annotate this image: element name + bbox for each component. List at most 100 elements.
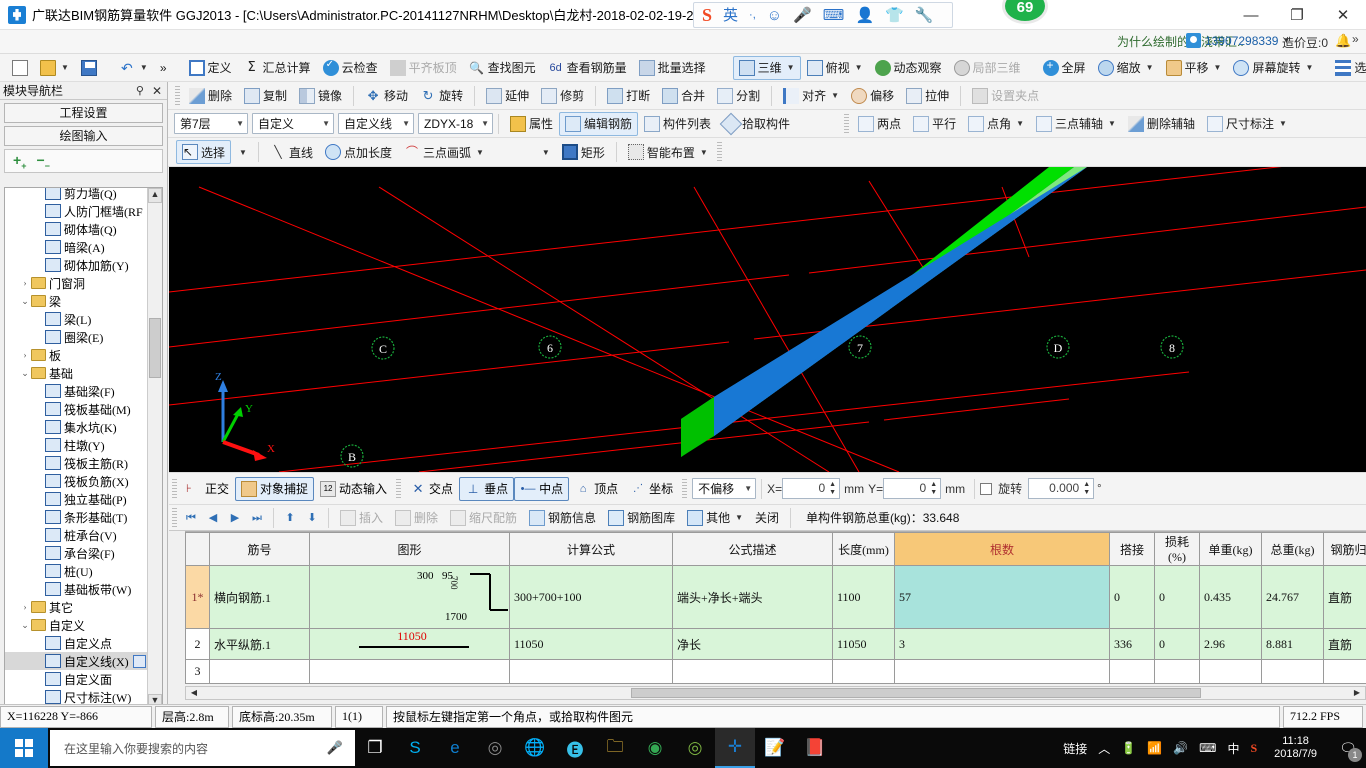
tree-item[interactable]: 圈梁(E)	[5, 328, 148, 346]
snapbar-gripper[interactable]	[172, 478, 177, 499]
trim-button[interactable]: 修剪	[535, 84, 590, 108]
chrome-icon[interactable]: ◉	[635, 728, 675, 768]
rotate-spinner[interactable]: ▲ ▼	[1081, 480, 1092, 497]
overflow-chevron-icon[interactable]: »	[1352, 32, 1359, 46]
chevron-down-icon[interactable]: ⌄	[19, 620, 31, 631]
offset-button[interactable]: 偏移	[845, 84, 900, 108]
cell-classification[interactable]	[1323, 659, 1366, 684]
ime-cn-icon[interactable]: 中	[1227, 740, 1239, 757]
th-length[interactable]: 长度(mm)	[832, 532, 895, 566]
drawing-canvas[interactable]: C 6 7 D 8 B 0	[169, 167, 1366, 472]
select-floor-button[interactable]: 选择楼层	[1329, 56, 1366, 80]
tree-item[interactable]: 柱墩(Y)	[5, 436, 148, 454]
volume-icon[interactable]: 🔊	[1173, 741, 1188, 755]
draw-toolbar-gripper[interactable]	[716, 142, 722, 162]
th-rebar-no[interactable]: 筋号	[209, 532, 310, 566]
taskbar-clock[interactable]: 11:18 2018/7/9	[1268, 735, 1323, 761]
tree-item[interactable]: 剪力墙(Q)	[5, 188, 148, 202]
tree-folder[interactable]: ⌄ 自定义	[5, 616, 148, 634]
dimension-button[interactable]: 尺寸标注 ▼	[1201, 112, 1293, 136]
tree-item[interactable]: 自定义面	[5, 670, 148, 688]
three-point-axis-button[interactable]: 三点辅轴 ▼	[1030, 112, 1122, 136]
keyboard-icon[interactable]: ⌨	[823, 8, 845, 23]
cell-length[interactable]	[832, 659, 895, 684]
punctuation-icon[interactable]: ·,	[749, 9, 756, 21]
notes-icon[interactable]: 📝	[755, 728, 795, 768]
coordinate-snap-toggle[interactable]: ⋰ 坐标	[624, 477, 679, 501]
user-icon[interactable]: 👤	[855, 8, 874, 23]
cell-count[interactable]: 3	[894, 628, 1110, 660]
cell-shape[interactable]: 300 95 700 1700	[309, 565, 510, 629]
delete-button[interactable]: 删除	[183, 84, 238, 108]
wrench-icon[interactable]: 🔧	[915, 8, 934, 23]
cell-description[interactable]: 端头+净长+端头	[672, 565, 833, 629]
skype-icon[interactable]: S	[395, 728, 435, 768]
project-settings-button[interactable]: 工程设置	[4, 103, 163, 123]
object-snap-toggle[interactable]: 对象捕捉	[235, 476, 315, 501]
rebar-library-button[interactable]: 钢筋图库	[602, 506, 681, 530]
zoom-button[interactable]: 缩放 ▼	[1092, 56, 1160, 80]
offset-mode-select[interactable]: 不偏移 ▼	[692, 478, 757, 499]
th-lap[interactable]: 搭接	[1109, 532, 1155, 566]
expand-all-icon[interactable]: ++	[13, 152, 26, 171]
battery-icon[interactable]: 🔋	[1121, 741, 1136, 755]
floor-select[interactable]: 第7层 ▼	[174, 113, 248, 134]
ie-icon[interactable]: 🅔	[555, 728, 595, 768]
cell-shape[interactable]: 11050	[309, 628, 510, 660]
close-button[interactable]: ✕	[1320, 0, 1366, 30]
next-record-button[interactable]: ▶	[224, 508, 246, 528]
pdf-icon[interactable]: 📕	[795, 728, 835, 768]
stretch-button[interactable]: 拉伸	[900, 84, 955, 108]
tree-item[interactable]: 砌体墙(Q)	[5, 220, 148, 238]
mic-icon[interactable]: 🎤	[327, 740, 343, 756]
sogou-icon[interactable]: S	[702, 6, 712, 24]
quick-overflow-button[interactable]: »	[154, 56, 173, 80]
parallel-axis-button[interactable]: 平行	[907, 112, 962, 136]
tree-folder[interactable]: ⌄ 基础	[5, 364, 148, 382]
minimize-button[interactable]: —	[1228, 0, 1274, 30]
fullscreen-button[interactable]: 全屏	[1037, 56, 1092, 80]
move-up-button[interactable]: ⬆	[279, 508, 301, 528]
component-list-button[interactable]: 构件列表	[638, 112, 717, 136]
summary-calc-button[interactable]: Σ 汇总计算	[238, 56, 317, 80]
tree-item[interactable]: 基础板带(W)	[5, 580, 148, 598]
line-tool-button[interactable]: ╲ 直线	[264, 140, 319, 164]
rotate-button[interactable]: ↻ 旋转	[414, 84, 469, 108]
dynamic-input-toggle[interactable]: 12 动态输入	[314, 477, 393, 501]
table-hscroll-thumb[interactable]	[631, 688, 1201, 698]
cell-unit-weight[interactable]: 2.96	[1199, 628, 1262, 660]
tree-item[interactable]: 暗梁(A)	[5, 238, 148, 256]
table-horizontal-scrollbar[interactable]: ◀ ▶	[185, 686, 1366, 700]
chevron-up-icon[interactable]: ︿	[1098, 740, 1110, 757]
skin-icon[interactable]: 👕	[885, 8, 904, 23]
cortana-icon[interactable]: ◎	[475, 728, 515, 768]
batch-select-button[interactable]: 批量选择	[633, 56, 712, 80]
screen-rotate-button[interactable]: 屏幕旋转 ▼	[1227, 56, 1319, 80]
tree-item[interactable]: 筏板主筋(R)	[5, 454, 148, 472]
open-button[interactable]: ▼	[34, 56, 75, 80]
rebar-table[interactable]: 筋号 图形 计算公式 公式描述 长度(mm) 根数 搭接 损耗(%) 单重(kg…	[185, 531, 1366, 684]
select-tool-button[interactable]: ↖ 选择	[176, 140, 232, 164]
tree-item[interactable]: 集水坑(K)	[5, 418, 148, 436]
cell-unit-weight[interactable]	[1199, 659, 1262, 684]
perpendicular-snap-toggle[interactable]: ⊥ 垂点	[459, 476, 515, 501]
cell-lap[interactable]	[1109, 659, 1155, 684]
taskbar-search-input[interactable]: 在这里输入你要搜索的内容 🎤	[50, 730, 355, 766]
undo-button[interactable]: ↶ ▼	[113, 56, 154, 80]
cell-loss[interactable]: 0	[1154, 628, 1200, 660]
cell-rebar-no[interactable]	[209, 659, 310, 684]
account-info[interactable]: 13907298339 ▼	[1186, 33, 1290, 48]
tree-scroll-thumb[interactable]	[149, 318, 161, 378]
tree-item[interactable]: 桩承台(V)	[5, 526, 148, 544]
rebar-info-button[interactable]: 钢筋信息	[523, 506, 602, 530]
cell-rebar-no[interactable]: 横向钢筋.1	[209, 565, 310, 629]
cell-count[interactable]	[894, 659, 1110, 684]
cell-formula[interactable]	[509, 659, 673, 684]
tree-item[interactable]: 基础梁(F)	[5, 382, 148, 400]
cell-lap[interactable]: 336	[1109, 628, 1155, 660]
tree-folder[interactable]: › 板	[5, 346, 148, 364]
member-select[interactable]: ZDYX-18 ▼	[418, 113, 493, 134]
cloud-check-button[interactable]: 云检查	[317, 56, 384, 80]
category-select[interactable]: 自定义 ▼	[252, 113, 334, 134]
rebarbar-gripper[interactable]	[172, 507, 177, 528]
